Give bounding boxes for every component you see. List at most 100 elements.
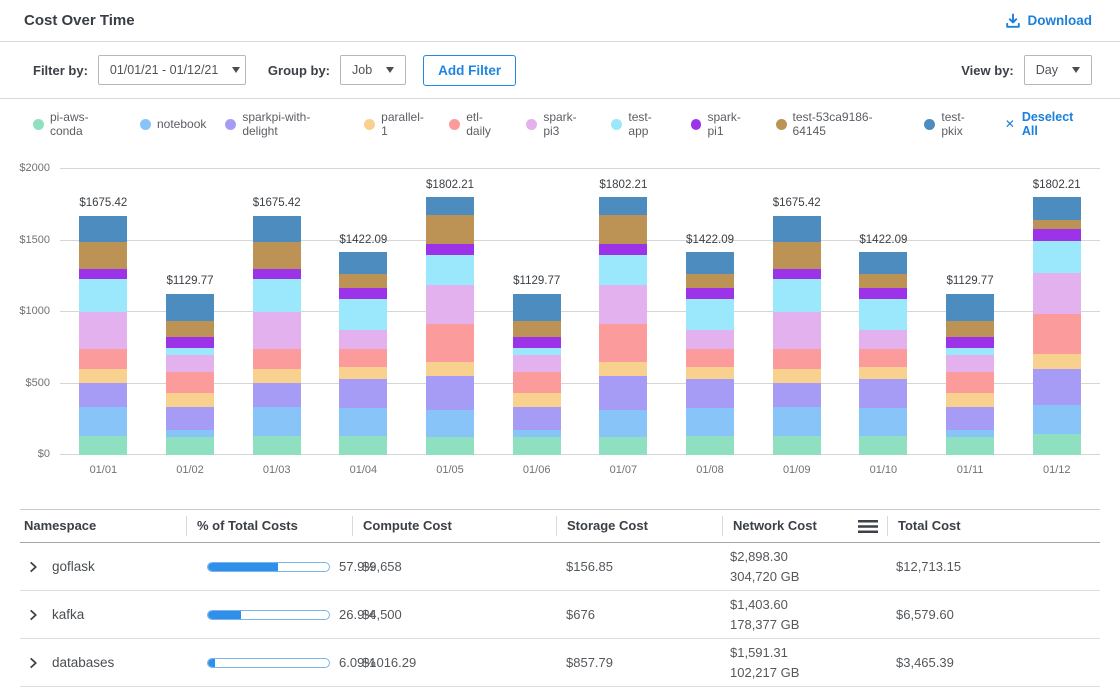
bar-segment-spark-pi1[interactable] — [1033, 229, 1081, 241]
bar-segment-parallel-1[interactable] — [773, 369, 821, 383]
expand-row-button[interactable] — [26, 607, 41, 623]
bar-segment-spark-pi1[interactable] — [426, 244, 474, 255]
bar-segment-test-53ca9186-64145[interactable] — [1033, 220, 1081, 229]
bar-segment-notebook[interactable] — [686, 408, 734, 437]
bar-segment-spark-pi3[interactable] — [1033, 273, 1081, 314]
bar-segment-pi-aws-conda[interactable] — [599, 437, 647, 455]
bar-segment-test-app[interactable] — [426, 255, 474, 285]
legend-item-notebook[interactable]: notebook — [140, 117, 206, 131]
bar-segment-notebook[interactable] — [426, 410, 474, 437]
bar-segment-test-53ca9186-64145[interactable] — [339, 274, 387, 288]
bar-segment-test-53ca9186-64145[interactable] — [166, 321, 214, 337]
bar-segment-etl-daily[interactable] — [253, 349, 301, 369]
download-button[interactable]: Download — [1005, 13, 1093, 29]
bar-segment-spark-pi3[interactable] — [253, 312, 301, 349]
bar-segment-test-app[interactable] — [686, 299, 734, 330]
bar-segment-etl-daily[interactable] — [1033, 314, 1081, 353]
bar-segment-parallel-1[interactable] — [253, 369, 301, 383]
bar-segment-pi-aws-conda[interactable] — [339, 436, 387, 455]
bar-segment-parallel-1[interactable] — [599, 362, 647, 376]
bar-segment-sparkpi-with-delight[interactable] — [599, 376, 647, 410]
bar-segment-test-app[interactable] — [513, 348, 561, 356]
bar-segment-test-app[interactable] — [166, 348, 214, 356]
bar-segment-notebook[interactable] — [1033, 405, 1081, 434]
bar-segment-test-53ca9186-64145[interactable] — [513, 321, 561, 337]
bar-segment-test-53ca9186-64145[interactable] — [859, 274, 907, 288]
bar-segment-test-pkix[interactable] — [946, 294, 994, 322]
bar-segment-test-pkix[interactable] — [773, 216, 821, 243]
bar-segment-spark-pi1[interactable] — [339, 288, 387, 299]
bar-segment-etl-daily[interactable] — [339, 349, 387, 368]
bar-segment-parallel-1[interactable] — [686, 367, 734, 378]
add-filter-button[interactable]: Add Filter — [423, 55, 516, 86]
bar-segment-spark-pi3[interactable] — [946, 355, 994, 371]
bar-segment-test-app[interactable] — [773, 279, 821, 312]
bar-segment-sparkpi-with-delight[interactable] — [686, 379, 734, 408]
bar-segment-test-53ca9186-64145[interactable] — [946, 321, 994, 337]
bar-segment-parallel-1[interactable] — [426, 362, 474, 376]
bar-segment-parallel-1[interactable] — [1033, 354, 1081, 370]
bar-segment-etl-daily[interactable] — [166, 372, 214, 393]
expand-row-button[interactable] — [26, 655, 41, 671]
bar-segment-spark-pi3[interactable] — [513, 355, 561, 371]
bar-segment-test-53ca9186-64145[interactable] — [686, 274, 734, 288]
deselect-all-button[interactable]: ✕ Deselect All — [1005, 110, 1092, 138]
legend-item-etl-daily[interactable]: etl-daily — [449, 110, 507, 138]
bar-segment-test-pkix[interactable] — [253, 216, 301, 243]
legend-item-test-pkix[interactable]: test-pkix — [924, 110, 985, 138]
legend-item-spark-pi3[interactable]: spark-pi3 — [526, 110, 592, 138]
bar-segment-spark-pi3[interactable] — [79, 312, 127, 349]
legend-item-pi-aws-conda[interactable]: pi-aws-conda — [33, 110, 121, 138]
bar-segment-spark-pi1[interactable] — [166, 337, 214, 348]
bar-segment-pi-aws-conda[interactable] — [773, 436, 821, 455]
bar-segment-test-pkix[interactable] — [166, 294, 214, 322]
bar-segment-etl-daily[interactable] — [946, 372, 994, 393]
bar-segment-pi-aws-conda[interactable] — [166, 437, 214, 455]
bar-segment-spark-pi1[interactable] — [79, 269, 127, 279]
bar-segment-sparkpi-with-delight[interactable] — [166, 407, 214, 431]
bar-segment-test-pkix[interactable] — [859, 252, 907, 274]
bar-segment-pi-aws-conda[interactable] — [686, 436, 734, 455]
bar-segment-etl-daily[interactable] — [859, 349, 907, 368]
menu-icon[interactable] — [857, 519, 879, 534]
bar-segment-spark-pi1[interactable] — [859, 288, 907, 299]
bar-segment-test-app[interactable] — [859, 299, 907, 330]
bar-segment-notebook[interactable] — [79, 407, 127, 436]
bar-segment-test-pkix[interactable] — [339, 252, 387, 274]
bar-segment-pi-aws-conda[interactable] — [859, 436, 907, 455]
bar-segment-pi-aws-conda[interactable] — [513, 437, 561, 455]
bar-segment-sparkpi-with-delight[interactable] — [946, 407, 994, 431]
bar-segment-spark-pi3[interactable] — [339, 330, 387, 349]
bar-segment-test-pkix[interactable] — [79, 216, 127, 243]
bar-segment-pi-aws-conda[interactable] — [946, 437, 994, 455]
expand-row-button[interactable] — [26, 559, 41, 575]
bar-segment-etl-daily[interactable] — [513, 372, 561, 393]
bar-segment-etl-daily[interactable] — [426, 324, 474, 362]
bar-segment-sparkpi-with-delight[interactable] — [513, 407, 561, 431]
date-range-select[interactable]: 01/01/21 - 01/12/21 — [98, 55, 246, 85]
bar-segment-sparkpi-with-delight[interactable] — [1033, 369, 1081, 405]
bar-segment-sparkpi-with-delight[interactable] — [339, 379, 387, 408]
bar-segment-test-app[interactable] — [79, 279, 127, 312]
bar-segment-notebook[interactable] — [339, 408, 387, 437]
bar-segment-spark-pi3[interactable] — [773, 312, 821, 349]
bar-segment-spark-pi1[interactable] — [686, 288, 734, 299]
bar-segment-spark-pi3[interactable] — [599, 285, 647, 324]
view-by-select[interactable]: Day — [1024, 55, 1092, 85]
bar-segment-notebook[interactable] — [599, 410, 647, 437]
bar-segment-notebook[interactable] — [773, 407, 821, 436]
group-by-select[interactable]: Job — [340, 55, 406, 85]
bar-segment-test-pkix[interactable] — [686, 252, 734, 274]
bar-segment-parallel-1[interactable] — [859, 367, 907, 378]
bar-segment-pi-aws-conda[interactable] — [426, 437, 474, 455]
bar-segment-test-pkix[interactable] — [426, 197, 474, 215]
bar-segment-spark-pi1[interactable] — [513, 337, 561, 348]
bar-segment-spark-pi1[interactable] — [946, 337, 994, 348]
bar-segment-etl-daily[interactable] — [79, 349, 127, 369]
bar-segment-etl-daily[interactable] — [773, 349, 821, 369]
bar-segment-sparkpi-with-delight[interactable] — [426, 376, 474, 410]
bar-segment-parallel-1[interactable] — [513, 393, 561, 407]
bar-segment-test-pkix[interactable] — [513, 294, 561, 322]
bar-segment-notebook[interactable] — [253, 407, 301, 436]
bar-segment-pi-aws-conda[interactable] — [1033, 434, 1081, 455]
